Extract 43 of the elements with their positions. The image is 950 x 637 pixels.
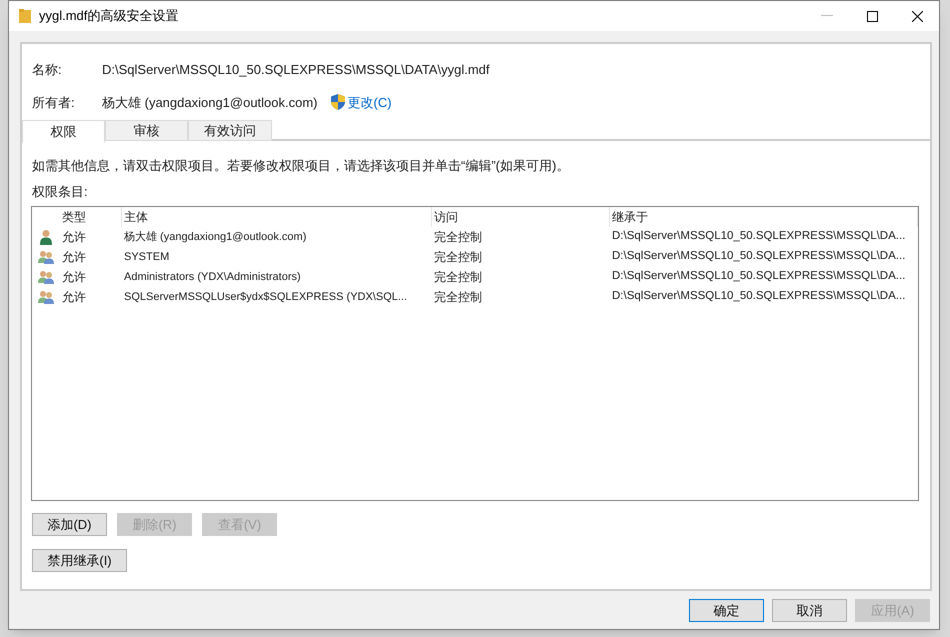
column-header[interactable]: 继承于 [610, 207, 918, 227]
file-path: D:\SqlServer\MSSQL10_50.SQLEXPRESS\MSSQL\DATA\yygl.mdf [102, 61, 490, 79]
table-cell-text: 允许 [61, 269, 87, 286]
tab[interactable]: 权限 [22, 120, 105, 143]
user-group-icon [38, 250, 54, 264]
dialog-button[interactable]: 确定 [689, 599, 764, 622]
table-cell-text: Administrators (YDX\Administrators) [123, 270, 302, 285]
table-cell-text: 完全控制 [433, 229, 483, 246]
table-cell-text: 完全控制 [433, 289, 483, 306]
field-label: 名称: [32, 61, 63, 79]
dialog-button[interactable]: 取消 [772, 599, 847, 622]
column-header[interactable]: 主体 [122, 207, 432, 227]
table-cell-text: 允许 [61, 229, 87, 246]
table-cell-text: D:\SqlServer\MSSQL10_50.SQLEXPRESS\MSSQL\DA... [611, 249, 906, 264]
table-cell-text: SYSTEM [123, 250, 170, 265]
table-cell-text: 杨大雄 (yangdaxiong1@outlook.com) [123, 230, 308, 245]
dialog-button[interactable]: 禁用继承(I) [32, 549, 127, 572]
table-cell-text: 完全控制 [433, 269, 483, 286]
table-cell-text: 完全控制 [433, 249, 483, 266]
close-icon[interactable] [912, 10, 923, 22]
tab[interactable]: 审核 [105, 120, 188, 141]
table-cell-text: 允许 [61, 289, 87, 306]
user-icon [39, 229, 53, 245]
user-group-icon [38, 270, 54, 284]
folder-icon [19, 9, 31, 23]
window-title: yygl.mdf的高级安全设置 [39, 7, 178, 26]
table-cell-text: D:\SqlServer\MSSQL10_50.SQLEXPRESS\MSSQL\DA... [611, 289, 906, 304]
table-cell-text: D:\SqlServer\MSSQL10_50.SQLEXPRESS\MSSQL\DA... [611, 269, 906, 284]
table-cell-text: SQLServerMSSQLUser$ydx$SQLEXPRESS (YDX\SQL... [123, 290, 408, 305]
info-text: 如需其他信息，请双击权限项目。若要修改权限项目，请选择该项目并单击“编辑”(如果可用)。 [32, 157, 570, 175]
field-label: 所有者: [32, 94, 76, 112]
maximize-icon[interactable] [867, 10, 878, 22]
table-cell-text: D:\SqlServer\MSSQL10_50.SQLEXPRESS\MSSQL\DA... [611, 229, 906, 244]
shield-icon [330, 94, 345, 110]
column-header[interactable]: 类型 [60, 207, 122, 227]
column-header[interactable]: 访问 [432, 207, 610, 227]
entries-label: 权限条目: [32, 182, 89, 200]
dialog-button[interactable]: 添加(D) [32, 513, 107, 536]
user-group-icon [38, 290, 54, 304]
tab[interactable]: 有效访问 [188, 120, 272, 141]
table-cell-text: 允许 [61, 249, 87, 266]
change-owner-link[interactable]: 更改(C) [348, 92, 392, 112]
owner-name: 杨大雄 (yangdaxiong1@outlook.com) [102, 94, 318, 112]
